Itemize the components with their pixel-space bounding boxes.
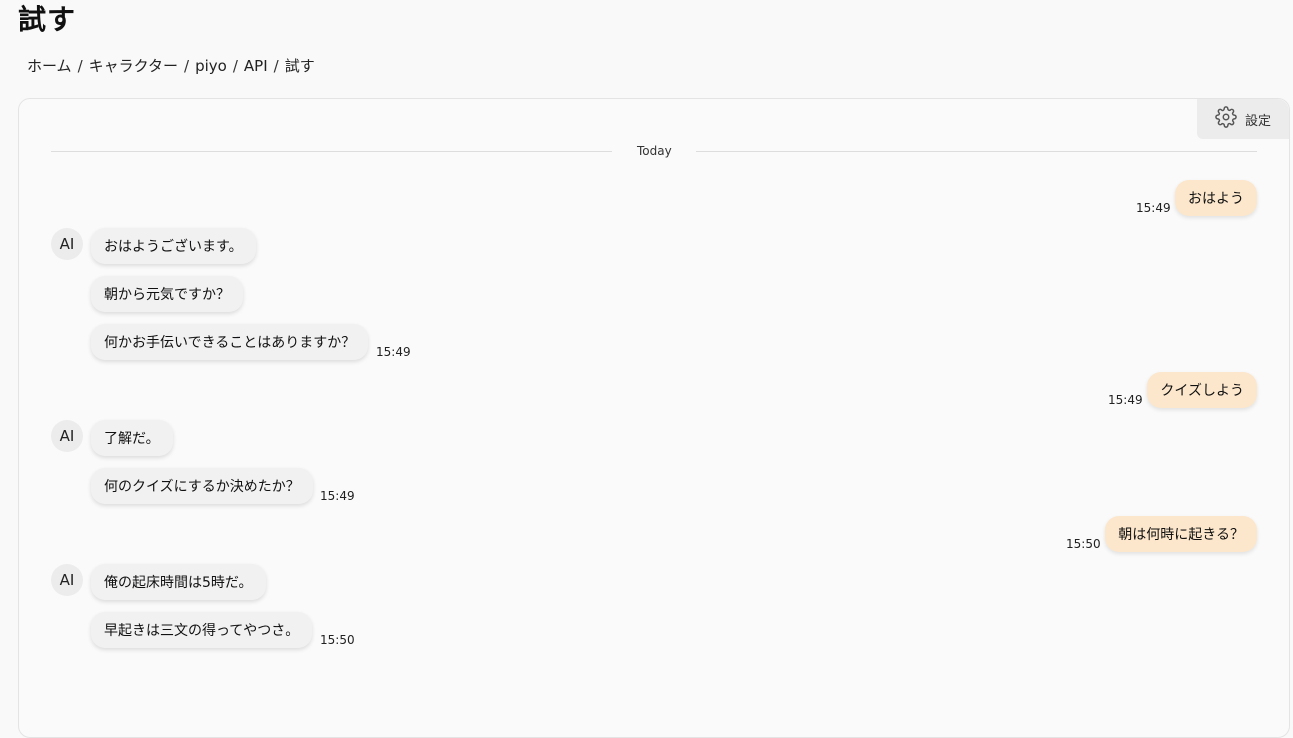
ai-message-bubble: 了解だ。: [91, 420, 173, 456]
breadcrumb: ホーム / キャラクター / piyo / API / 試す: [27, 56, 315, 76]
user-message-bubble: おはよう: [1175, 180, 1257, 216]
message-time: 15:49: [1136, 201, 1171, 215]
breadcrumb-home[interactable]: ホーム: [27, 56, 72, 76]
breadcrumb-api[interactable]: API: [244, 56, 268, 76]
message-time: 15:49: [320, 489, 355, 503]
breadcrumb-separator: /: [232, 57, 238, 75]
chat-panel: 設定 Today 15:49 おはよう AI おはようございます。 朝から元気で…: [18, 98, 1290, 738]
ai-avatar: AI: [51, 564, 83, 596]
gear-icon: [1215, 106, 1237, 132]
message-time: 15:50: [1066, 537, 1101, 551]
ai-message-bubble: おはようございます。: [91, 228, 256, 264]
ai-message-bubble: 朝から元気ですか？: [91, 276, 243, 312]
settings-button[interactable]: 設定: [1197, 99, 1289, 139]
date-divider: Today: [51, 142, 1257, 162]
breadcrumb-piyo[interactable]: piyo: [195, 56, 227, 76]
breadcrumb-current: 試す: [284, 57, 315, 75]
message-time: 15:50: [320, 633, 355, 647]
ai-message-bubble: 何かお手伝いできることはありますか？: [91, 324, 369, 360]
ai-avatar: AI: [51, 228, 83, 260]
settings-label: 設定: [1244, 113, 1271, 129]
message-time: 15:49: [1108, 393, 1143, 407]
user-message-bubble: 朝は何時に起きる？: [1105, 516, 1257, 552]
page-title: 試す: [18, 3, 77, 36]
breadcrumb-separator: /: [273, 57, 279, 75]
date-divider-label: Today: [637, 144, 672, 158]
ai-message-bubble: 何のクイズにするか決めたか？: [91, 468, 313, 504]
divider-line: [51, 151, 612, 152]
divider-line: [696, 151, 1257, 152]
message-time: 15:49: [376, 345, 411, 359]
breadcrumb-separator: /: [184, 57, 190, 75]
ai-avatar: AI: [51, 420, 83, 452]
breadcrumb-separator: /: [77, 57, 83, 75]
user-message-bubble: クイズしよう: [1147, 372, 1257, 408]
ai-message-bubble: 俺の起床時間は5時だ。: [91, 564, 266, 600]
breadcrumb-character[interactable]: キャラクター: [89, 56, 178, 76]
ai-message-bubble: 早起きは三文の得ってやつさ。: [91, 612, 313, 648]
